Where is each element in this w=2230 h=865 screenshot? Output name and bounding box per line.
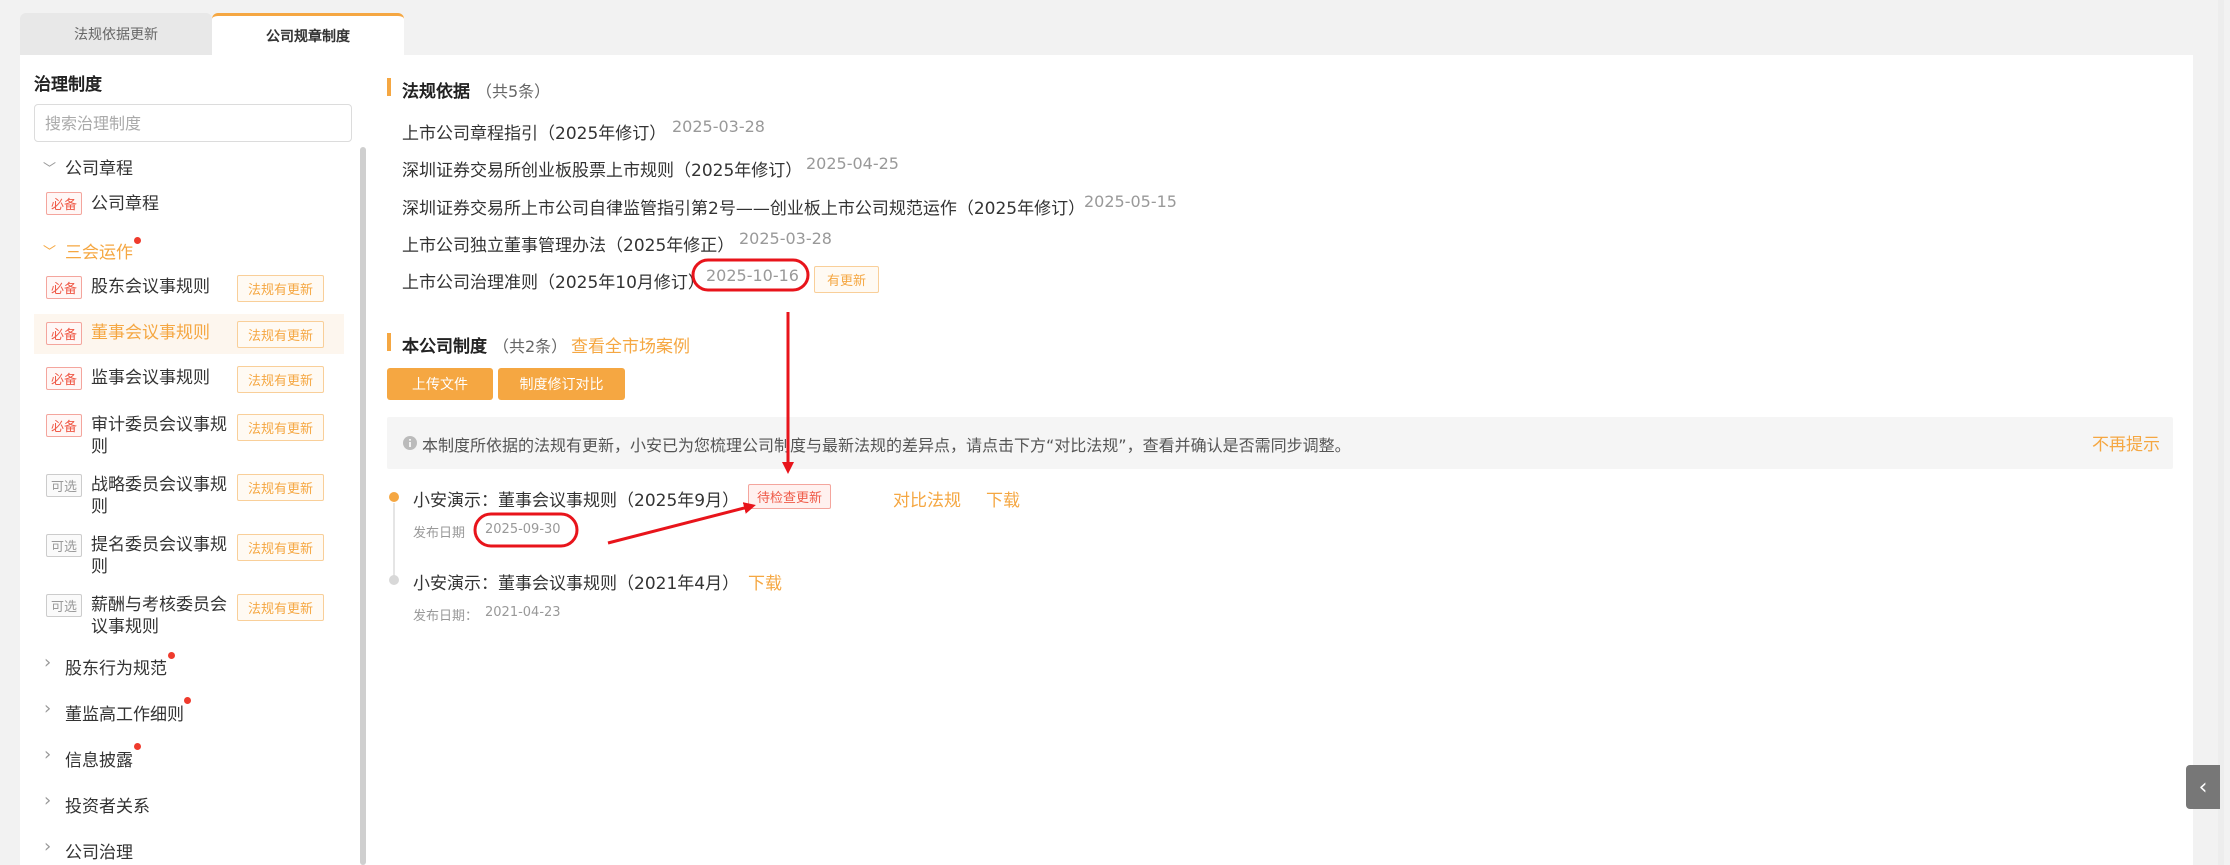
chevron-left-icon: ‹ [2198, 774, 2208, 800]
arrow-icon [607, 502, 756, 545]
annotation-overlay [473, 258, 810, 548]
highlight-circle [473, 512, 579, 548]
collapse-panel-button[interactable]: ‹ [2186, 765, 2220, 809]
highlight-circle [691, 258, 810, 292]
page-scrollbar[interactable] [2218, 0, 2224, 865]
